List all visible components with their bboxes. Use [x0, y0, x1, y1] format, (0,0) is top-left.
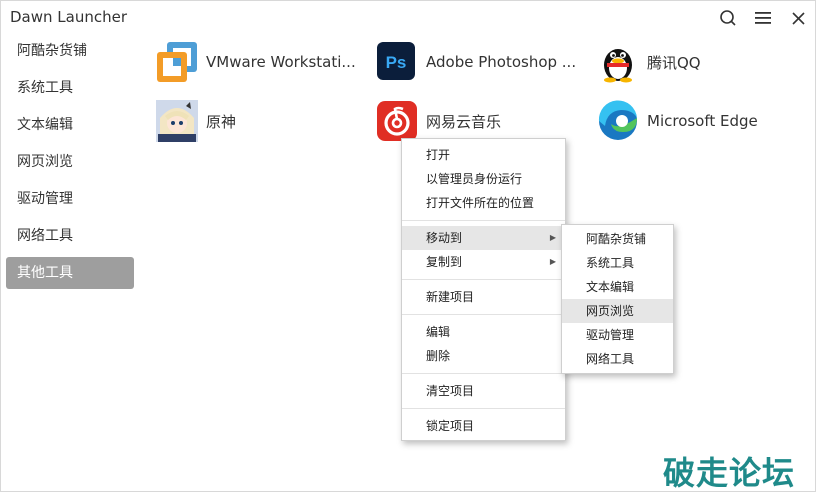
- close-button[interactable]: [787, 7, 809, 29]
- menu-move-to-label: 移动到: [426, 231, 463, 245]
- window-title: Dawn Launcher: [10, 8, 127, 26]
- menu-divider: [402, 279, 565, 280]
- menu-copy-to[interactable]: 复制到 ▶: [402, 250, 565, 274]
- app-genshin[interactable]: 原神: [156, 100, 236, 142]
- sidebar-item-web-browsing[interactable]: 网页浏览: [6, 146, 134, 178]
- menu-clear-items[interactable]: 清空项目: [402, 379, 565, 403]
- vmware-icon: [156, 41, 198, 83]
- sidebar-item-other-tools[interactable]: 其他工具: [6, 257, 134, 289]
- menu-delete[interactable]: 删除: [402, 344, 565, 368]
- submenu-item-akuzahuopu[interactable]: 阿酷杂货铺: [562, 227, 673, 251]
- chevron-right-icon: ▶: [549, 233, 556, 242]
- sidebar-item-driver-management[interactable]: 驱动管理: [6, 183, 134, 215]
- app-netease-music[interactable]: 网易云音乐: [376, 100, 501, 142]
- launcher-window: Dawn Launcher 阿酷杂货铺 系统工具 文本编辑 网页浏览 驱动管理 …: [0, 0, 816, 492]
- edge-icon: [597, 100, 639, 142]
- app-label: 腾讯QQ: [647, 53, 701, 72]
- submenu-item-network-tools[interactable]: 网络工具: [562, 347, 673, 371]
- qq-penguin-icon: [597, 41, 639, 83]
- app-label: VMware Workstati...: [206, 53, 356, 71]
- app-photoshop[interactable]: Ps Adobe Photoshop ...: [376, 41, 576, 83]
- title-bar: Dawn Launcher: [1, 1, 815, 35]
- menu-open[interactable]: 打开: [402, 143, 565, 167]
- sidebar-item-akuzahuopu[interactable]: 阿酷杂货铺: [6, 35, 134, 67]
- search-button[interactable]: [717, 7, 739, 29]
- submenu-item-driver-management[interactable]: 驱动管理: [562, 323, 673, 347]
- photoshop-icon: Ps: [376, 41, 418, 83]
- move-to-submenu: 阿酷杂货铺 系统工具 文本编辑 网页浏览 驱动管理 网络工具: [561, 224, 674, 374]
- app-edge[interactable]: Microsoft Edge: [597, 100, 758, 142]
- menu-divider: [402, 373, 565, 374]
- menu-copy-to-label: 复制到: [426, 255, 463, 269]
- app-vmware[interactable]: VMware Workstati...: [156, 41, 356, 83]
- close-icon: [791, 11, 805, 25]
- app-label: Adobe Photoshop ...: [426, 53, 577, 71]
- menu-open-file-location[interactable]: 打开文件所在的位置: [402, 191, 565, 215]
- app-label: Microsoft Edge: [647, 112, 758, 130]
- app-qq[interactable]: 腾讯QQ: [597, 41, 701, 83]
- sidebar-item-text-editing[interactable]: 文本编辑: [6, 109, 134, 141]
- watermark-text: 破走论坛: [663, 454, 796, 492]
- hamburger-icon: [755, 12, 771, 24]
- sidebar-item-system-tools[interactable]: 系统工具: [6, 72, 134, 104]
- submenu-item-web-browsing[interactable]: 网页浏览: [562, 299, 673, 323]
- menu-divider: [402, 220, 565, 221]
- sidebar-item-network-tools[interactable]: 网络工具: [6, 220, 134, 252]
- menu-button[interactable]: [752, 7, 774, 29]
- search-icon: [720, 10, 736, 26]
- submenu-item-system-tools[interactable]: 系统工具: [562, 251, 673, 275]
- menu-divider: [402, 408, 565, 409]
- menu-edit[interactable]: 编辑: [402, 320, 565, 344]
- genshin-avatar-icon: [156, 100, 198, 142]
- menu-run-as-admin[interactable]: 以管理员身份运行: [402, 167, 565, 191]
- menu-move-to[interactable]: 移动到 ▶: [402, 226, 565, 250]
- category-sidebar: 阿酷杂货铺 系统工具 文本编辑 网页浏览 驱动管理 网络工具 其他工具: [6, 35, 134, 294]
- submenu-item-text-editing[interactable]: 文本编辑: [562, 275, 673, 299]
- netease-music-icon: [376, 100, 418, 142]
- app-label: 网易云音乐: [426, 112, 502, 131]
- menu-lock-items[interactable]: 锁定项目: [402, 414, 565, 438]
- menu-new-item[interactable]: 新建项目: [402, 285, 565, 309]
- menu-divider: [402, 314, 565, 315]
- chevron-right-icon: ▶: [549, 257, 556, 266]
- context-menu: 打开 以管理员身份运行 打开文件所在的位置 移动到 ▶ 复制到 ▶ 新建项目 编…: [401, 138, 566, 441]
- svg-text:Ps: Ps: [386, 53, 407, 72]
- app-label: 原神: [206, 112, 237, 131]
